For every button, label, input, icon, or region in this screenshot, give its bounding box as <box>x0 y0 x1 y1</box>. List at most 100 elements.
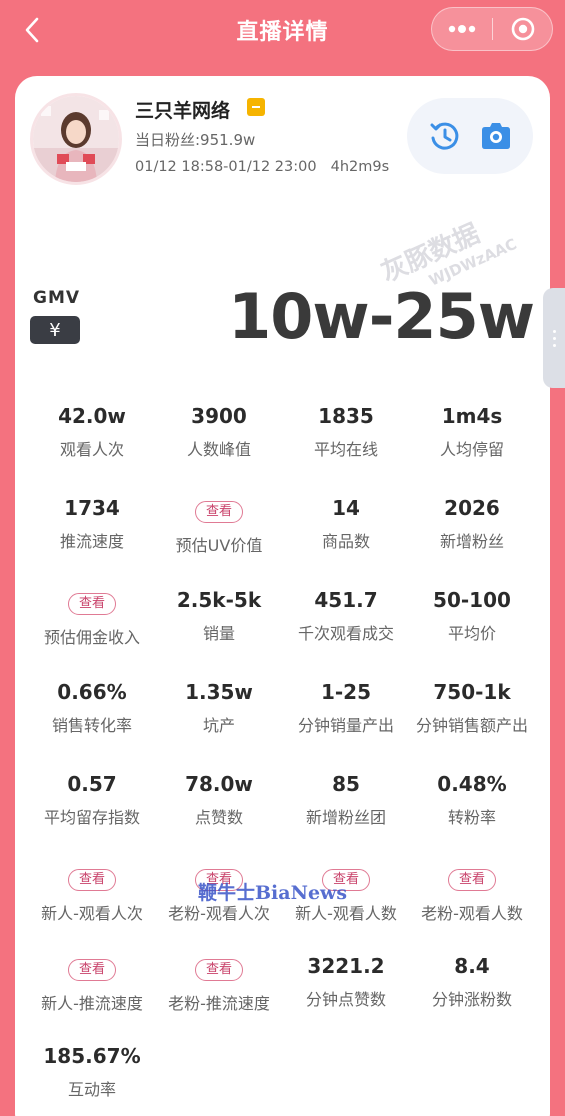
mini-program-capsule <box>431 7 553 51</box>
metric-item: 1.35w 坑产 <box>155 678 283 736</box>
metric-item: 8.4 分钟涨粉数 <box>408 952 536 1010</box>
view-metric-button[interactable]: 查看 <box>67 959 116 981</box>
metric-item: 1m4s 人均停留 <box>408 402 536 460</box>
metric-label: 点赞数 <box>194 808 243 827</box>
metric-label: 分钟点赞数 <box>305 990 386 1009</box>
side-drawer-handle[interactable] <box>543 288 565 388</box>
history-icon <box>430 122 458 150</box>
overlay-watermark: 鞭牛士BiaNews <box>198 882 348 904</box>
metric-item: 查看新人-推流速度 <box>28 954 156 1014</box>
metric-label: 观看人次 <box>59 440 124 459</box>
metric-value: 1m4s <box>441 404 503 428</box>
metric-label: 推流速度 <box>59 532 124 551</box>
view-metric-button[interactable]: 查看 <box>194 959 243 981</box>
metric-item: 0.66% 销售转化率 <box>28 678 156 736</box>
metric-item: 3221.2 分钟点赞数 <box>282 952 410 1010</box>
screenshot-button[interactable] <box>476 116 516 156</box>
close-target-icon <box>511 17 534 41</box>
metric-value: 1734 <box>64 496 120 520</box>
metric-value: 50-100 <box>433 588 511 612</box>
metric-item: 50-100 平均价 <box>408 586 536 644</box>
metric-item: 查看新人-观看人次 <box>28 864 156 924</box>
metric-value: 185.67% <box>43 1044 141 1068</box>
metric-item: 0.48% 转粉率 <box>408 770 536 828</box>
metric-item: 42.0w 观看人次 <box>28 402 156 460</box>
metric-item: 78.0w 点赞数 <box>155 770 283 828</box>
metric-label: 平均价 <box>447 624 496 643</box>
metric-label: 转粉率 <box>447 808 496 827</box>
live-detail-page: 直播详情 三只羊网络 当日粉丝:951.9w 01/12 18:58-01/12… <box>0 0 565 1116</box>
metric-item: 2.5k-5k 销量 <box>155 586 283 644</box>
metric-label: 千次观看成交 <box>297 624 394 643</box>
metric-item: 3900 人数峰值 <box>155 402 283 460</box>
metric-label: 新人-观看人次 <box>41 904 143 923</box>
verified-badge-icon <box>247 98 265 116</box>
history-button[interactable] <box>425 116 465 156</box>
more-button[interactable] <box>432 7 492 51</box>
metric-value: 1.35w <box>185 680 253 704</box>
metric-value: 3221.2 <box>307 954 385 978</box>
metric-item: 0.57 平均留存指数 <box>28 770 156 828</box>
live-time: 01/12 18:58-01/12 23:00 4h2m9s <box>135 159 389 175</box>
live-duration: 4h2m9s <box>330 159 390 175</box>
metric-value: 3900 <box>191 404 247 428</box>
currency-chip: ¥ <box>30 316 80 344</box>
close-button[interactable] <box>493 7 552 51</box>
metric-value: 85 <box>332 772 360 796</box>
top-nav-bar: 直播详情 <box>0 0 565 64</box>
metric-label: 分钟销售额产出 <box>415 716 528 735</box>
metric-label: 人数峰值 <box>186 440 251 459</box>
metric-label: 互动率 <box>67 1080 116 1099</box>
metric-label: 预估UV价值 <box>175 536 263 555</box>
metric-label: 销售转化率 <box>51 716 132 735</box>
metric-item: 查看老粉-推流速度 <box>155 954 283 1014</box>
metric-item: 85 新增粉丝团 <box>282 770 410 828</box>
metric-item: 2026 新增粉丝 <box>408 494 536 552</box>
metric-item: 查看老粉-观看人数 <box>408 864 536 924</box>
live-time-range: 01/12 18:58-01/12 23:00 <box>135 159 317 175</box>
metric-value: 0.48% <box>437 772 507 796</box>
metric-label: 商品数 <box>321 532 370 551</box>
metric-value: 8.4 <box>454 954 490 978</box>
metric-item: 查看 预估佣金收入 <box>28 588 156 648</box>
more-icon <box>448 25 476 33</box>
metric-item: 1-25 分钟销量产出 <box>282 678 410 736</box>
metric-item: 451.7 千次观看成交 <box>282 586 410 644</box>
metric-label: 新增粉丝团 <box>305 808 386 827</box>
metric-value: 451.7 <box>314 588 378 612</box>
metric-label: 分钟销量产出 <box>297 716 394 735</box>
view-metric-button[interactable]: 查看 <box>67 869 116 891</box>
view-metric-button[interactable]: 查看 <box>194 501 243 523</box>
metric-label: 销量 <box>202 624 235 643</box>
metric-label: 老粉-观看人数 <box>421 904 523 923</box>
metric-label: 坑产 <box>202 716 235 735</box>
metric-value: 14 <box>332 496 360 520</box>
view-metric-button[interactable]: 查看 <box>447 869 496 891</box>
metric-value: 0.66% <box>57 680 127 704</box>
metric-value: 42.0w <box>58 404 126 428</box>
metric-label: 平均留存指数 <box>43 808 140 827</box>
metric-item: 查看预估UV价值 <box>155 496 283 556</box>
metric-item: 750-1k 分钟销售额产出 <box>408 678 536 736</box>
metric-item: 1734 推流速度 <box>28 494 156 552</box>
avatar-image <box>33 96 119 182</box>
metric-value: 0.57 <box>67 772 117 796</box>
metric-value: 1-25 <box>320 680 372 704</box>
metric-label: 新增粉丝 <box>439 532 504 551</box>
camera-icon <box>481 123 510 149</box>
metric-value: 2026 <box>444 496 500 520</box>
metric-item: 185.67% 互动率 <box>28 1042 156 1100</box>
view-metric-button[interactable]: 查看 <box>67 593 116 615</box>
metric-item: 14 商品数 <box>282 494 410 552</box>
metric-value: 750-1k <box>433 680 511 704</box>
gmv-value: 10w-25w <box>228 280 535 353</box>
anchor-name: 三只羊网络 <box>135 100 231 122</box>
metric-label: 老粉-推流速度 <box>168 994 270 1013</box>
metric-label: 分钟涨粉数 <box>431 990 512 1009</box>
daily-fans: 当日粉丝:951.9w <box>135 131 256 149</box>
card-actions <box>407 98 533 174</box>
metric-value: 78.0w <box>185 772 253 796</box>
metric-label: 新人-推流速度 <box>41 994 143 1013</box>
anchor-avatar[interactable] <box>30 93 122 185</box>
metric-label: 预估佣金收入 <box>43 628 140 647</box>
